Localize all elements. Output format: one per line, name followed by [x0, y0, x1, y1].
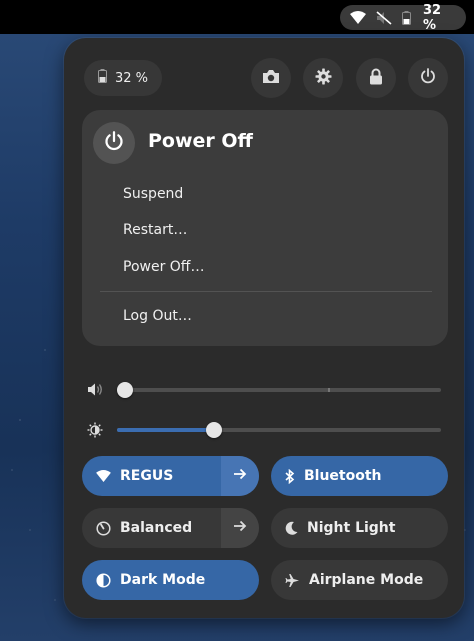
volume-slider[interactable] [117, 382, 441, 398]
volume-icon[interactable] [87, 382, 104, 397]
volume-slider-handle[interactable] [117, 382, 133, 398]
power-profile-menu-button[interactable] [221, 508, 259, 548]
dark-mode-label: Dark Mode [120, 572, 206, 588]
arrow-right-icon [233, 520, 247, 536]
dark-mode-toggle[interactable]: Dark Mode [82, 560, 259, 600]
power-button[interactable] [408, 58, 448, 98]
bluetooth-icon [285, 468, 295, 484]
bluetooth-toggle[interactable]: Bluetooth [271, 456, 448, 496]
brightness-icon[interactable] [87, 422, 103, 438]
wifi-toggle-label: REGUS [120, 468, 174, 484]
screenshot-button[interactable] [251, 58, 291, 98]
system-status-menu[interactable]: 32 % [340, 2, 466, 33]
power-profile-icon [96, 520, 111, 536]
wifi-icon [350, 11, 366, 24]
menu-item-suspend[interactable]: Suspend [123, 186, 183, 202]
lock-button[interactable] [356, 58, 396, 98]
brightness-slider[interactable] [117, 422, 441, 438]
power-icon [420, 68, 436, 88]
volume-slider-mark [328, 388, 330, 392]
camera-icon [262, 69, 280, 88]
wifi-menu-button[interactable] [221, 456, 259, 496]
battery-percentage: 32 % [423, 2, 442, 33]
night-light-toggle[interactable]: Night Light [271, 508, 448, 548]
menu-item-log-out[interactable]: Log Out… [123, 308, 192, 324]
battery-icon [97, 69, 107, 87]
battery-chip-label: 32 % [114, 70, 149, 86]
power-profile-label: Balanced [120, 520, 193, 536]
battery-icon [402, 10, 411, 25]
dark-mode-icon [96, 572, 111, 588]
top-bar: 32 % [0, 0, 474, 34]
battery-status-chip[interactable]: 32 % [84, 60, 162, 96]
menu-item-restart[interactable]: Restart… [123, 222, 187, 238]
airplane-mode-label: Airplane Mode [309, 572, 424, 588]
bluetooth-toggle-label: Bluetooth [304, 468, 382, 484]
airplane-icon [285, 573, 300, 588]
moon-icon [285, 521, 298, 535]
wifi-icon [96, 470, 111, 482]
night-light-label: Night Light [307, 520, 396, 536]
menu-separator [100, 291, 432, 292]
lock-icon [369, 68, 383, 89]
gear-icon [315, 68, 332, 89]
arrow-right-icon [233, 468, 247, 484]
settings-button[interactable] [303, 58, 343, 98]
wifi-toggle[interactable]: REGUS [82, 456, 259, 496]
menu-item-power-off[interactable]: Power Off… [123, 259, 204, 275]
power-profile-toggle[interactable]: Balanced [82, 508, 259, 548]
power-menu-title: Power Off [148, 130, 253, 152]
airplane-mode-toggle[interactable]: Airplane Mode [271, 560, 448, 600]
volume-muted-icon [376, 10, 392, 25]
power-menu-header-icon [93, 122, 135, 164]
power-icon [104, 131, 124, 155]
brightness-slider-fill [117, 428, 215, 432]
